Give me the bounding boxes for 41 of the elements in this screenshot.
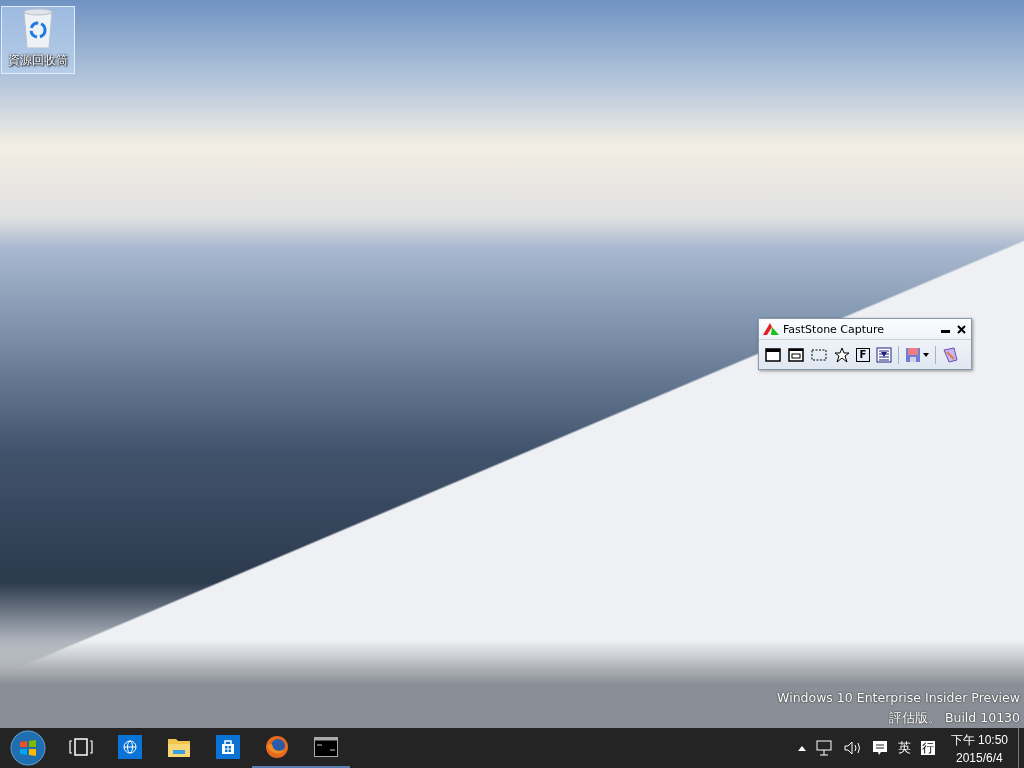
close-icon — [956, 324, 966, 334]
capture-fullscreen-button[interactable]: F — [856, 347, 870, 362]
edition-watermark-text: 評估版。 Build 10130 — [888, 709, 1020, 727]
scroll-page-icon — [876, 346, 892, 363]
recycle-bin-icon — [21, 7, 55, 48]
capture-freehand-button[interactable] — [833, 345, 851, 364]
clock-button[interactable]: 下午 10:50 2015/6/4 — [944, 731, 1014, 765]
app-logo-icon — [763, 323, 779, 335]
network-icon — [815, 740, 834, 756]
palette-brush-icon — [942, 346, 958, 363]
editor-button[interactable] — [941, 345, 959, 364]
window-title: FastStone Capture — [783, 322, 886, 336]
fox-globe-icon — [264, 735, 289, 759]
globe-icon — [117, 735, 142, 759]
clock-date: 2015/6/4 — [955, 750, 1003, 765]
star-outline-icon — [834, 346, 850, 363]
message-icon — [871, 740, 888, 756]
windows-orb-icon — [10, 730, 46, 766]
terminal-icon — [313, 737, 338, 757]
edition-watermark-text: Windows 10 Enterprise Insider Preview — [777, 689, 1020, 707]
shortcut-label: 資源回收筒 — [8, 52, 68, 69]
clock-time: 下午 10:50 — [950, 731, 1008, 749]
input-language-button[interactable]: 英 — [897, 739, 911, 757]
input-mode-button[interactable]: 行 — [920, 741, 935, 755]
capture-object-button[interactable] — [787, 345, 805, 364]
shopping-bag-icon — [215, 735, 240, 759]
network-button[interactable] — [815, 740, 834, 756]
save-dropdown-button[interactable] — [904, 345, 930, 364]
folder-icon — [166, 736, 191, 758]
show-hidden-icons-button[interactable] — [797, 745, 806, 751]
capture-window-button[interactable] — [764, 345, 782, 364]
caret-icon — [923, 352, 929, 357]
action-center-button[interactable] — [871, 740, 888, 756]
nested-window-icon — [788, 346, 804, 363]
speaker-icon — [843, 741, 862, 755]
caret-up-icon — [797, 745, 806, 751]
task-view-icon — [68, 738, 93, 756]
window-icon — [765, 346, 781, 363]
dashed-rectangle-icon — [811, 346, 827, 363]
capture-scrolling-button[interactable] — [875, 345, 893, 364]
volume-button[interactable] — [843, 741, 862, 755]
